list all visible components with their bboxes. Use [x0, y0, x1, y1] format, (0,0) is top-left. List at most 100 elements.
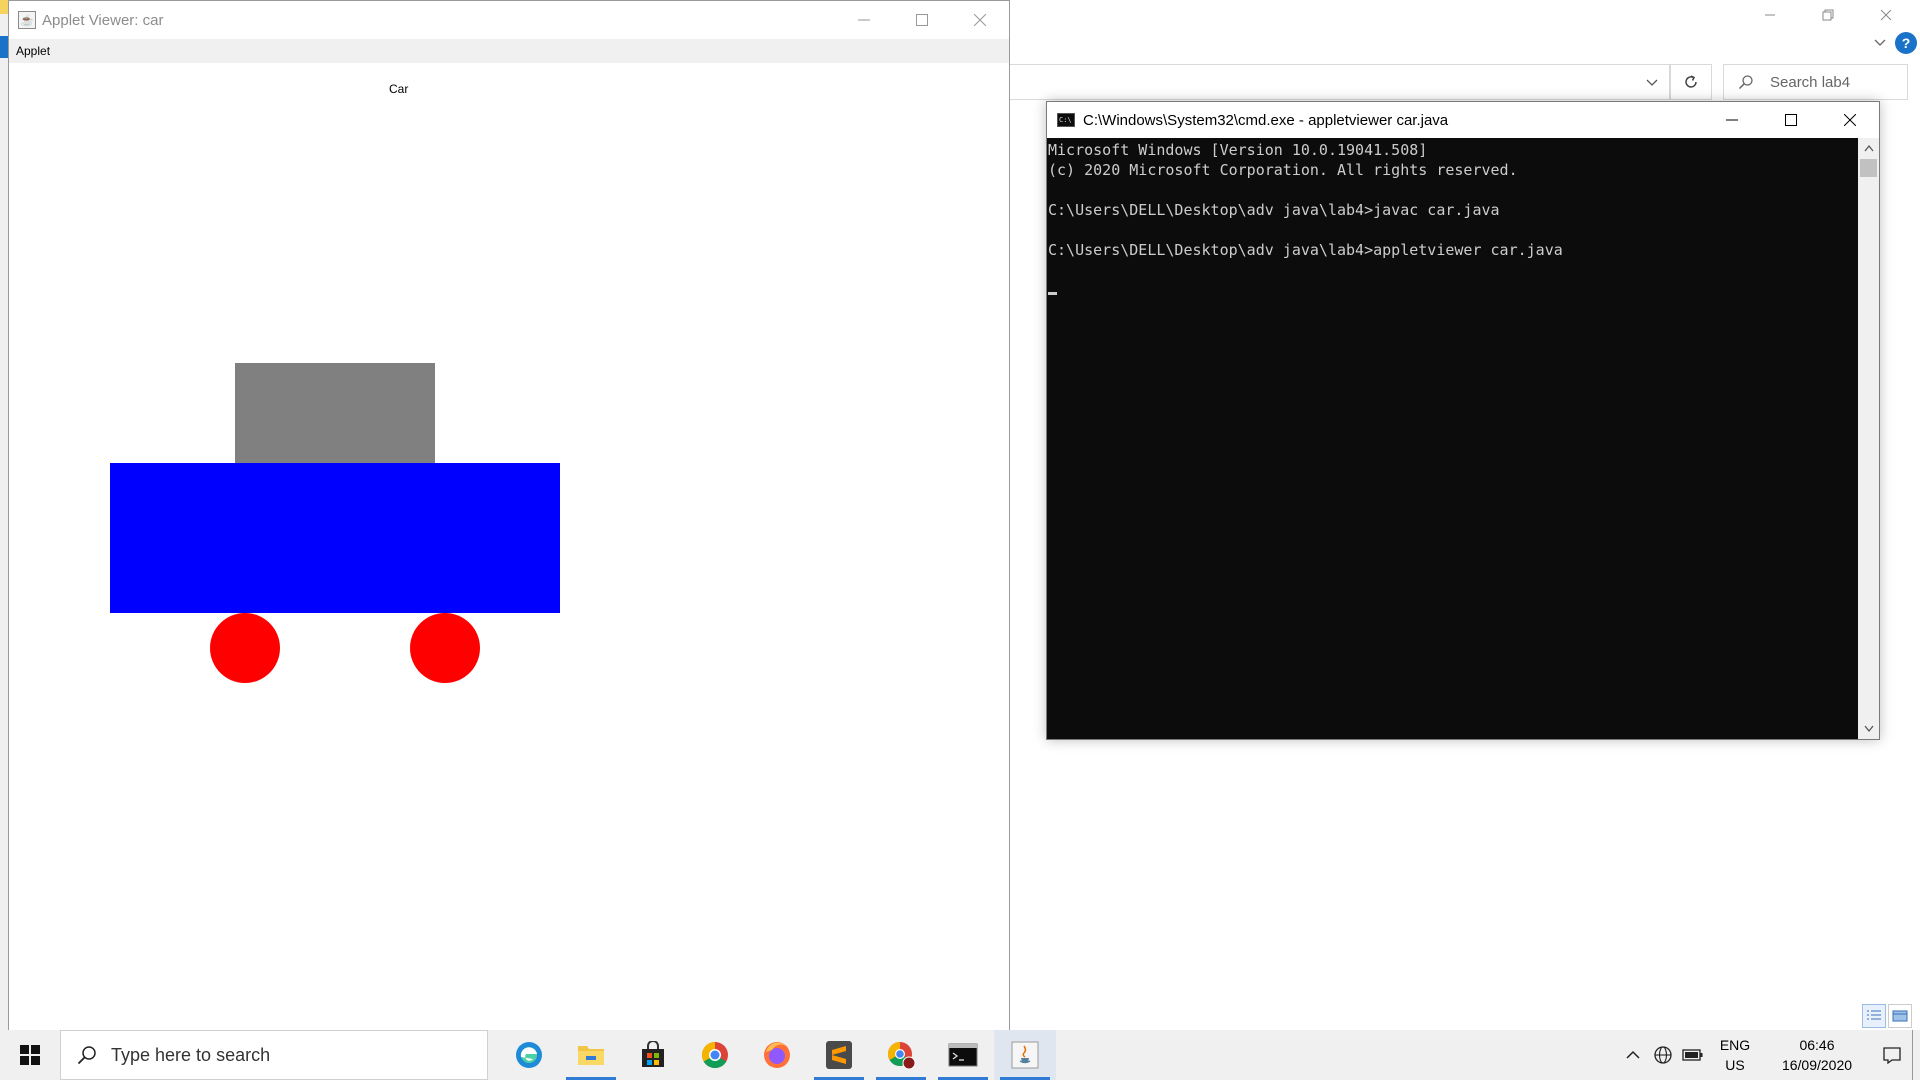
language-indicator[interactable]: ENG US	[1708, 1030, 1762, 1080]
cmd-maximize-button[interactable]	[1761, 102, 1820, 138]
minimize-icon	[858, 19, 870, 21]
taskbar-app-edge[interactable]	[498, 1030, 560, 1080]
clock[interactable]: 06:46 16/09/2020	[1762, 1030, 1872, 1080]
chevron-up-icon	[1863, 144, 1874, 152]
maximize-icon	[916, 14, 928, 26]
cmd-console-output[interactable]: Microsoft Windows [Version 10.0.19041.50…	[1047, 138, 1858, 739]
maximize-icon	[1784, 114, 1797, 126]
cmd-minimize-button[interactable]	[1702, 102, 1761, 138]
store-icon	[642, 1041, 664, 1067]
applet-close-button[interactable]	[951, 1, 1009, 39]
console-cursor	[1048, 292, 1057, 295]
battery-icon	[1682, 1049, 1703, 1061]
windows-logo-icon	[20, 1045, 40, 1065]
taskbar-app-sublime-text[interactable]	[808, 1030, 870, 1080]
large-icons-view-button[interactable]	[1888, 1004, 1912, 1028]
chrome-icon	[701, 1041, 728, 1069]
chevron-down-icon	[1863, 725, 1874, 733]
details-view-button[interactable]	[1862, 1004, 1886, 1028]
console-line: Microsoft Windows [Version 10.0.19041.50…	[1048, 141, 1428, 159]
edge-icon	[516, 1042, 542, 1068]
scroll-down-button[interactable]	[1858, 719, 1879, 739]
applet-minimize-button[interactable]	[835, 1, 893, 39]
minimize-icon	[1725, 119, 1738, 121]
notification-icon	[1883, 1047, 1901, 1065]
cmd-scrollbar[interactable]	[1858, 138, 1879, 739]
taskbar-app-firefox[interactable]	[746, 1030, 808, 1080]
details-view-icon	[1867, 1010, 1881, 1020]
scroll-up-button[interactable]	[1858, 138, 1879, 158]
refresh-icon	[1685, 75, 1697, 88]
console-line: (c) 2020 Microsoft Corporation. All righ…	[1048, 161, 1518, 179]
explorer-restore-button[interactable]	[1799, 0, 1856, 30]
search-icon	[77, 1046, 96, 1065]
taskbar: Type here to search ENG US 06:46 16/09/2…	[0, 1030, 1920, 1080]
close-icon	[1843, 114, 1856, 126]
firefox-icon	[764, 1042, 790, 1068]
restore-icon	[1822, 9, 1833, 21]
network-button[interactable]	[1648, 1030, 1678, 1080]
cmd-close-button[interactable]	[1820, 102, 1879, 138]
taskbar-app-file-explorer[interactable]	[560, 1030, 622, 1080]
show-desktop-button[interactable]	[1912, 1030, 1920, 1080]
ribbon-expand-button[interactable]	[1872, 34, 1888, 50]
globe-icon	[1654, 1046, 1672, 1064]
taskbar-search-box[interactable]: Type here to search	[60, 1030, 488, 1080]
applet-canvas: Car	[9, 63, 1009, 1029]
cmd-window-title: C:\Windows\System32\cmd.exe - appletview…	[1083, 111, 1449, 129]
chevron-down-icon	[1874, 39, 1886, 46]
applet-menu-bar: Applet	[9, 39, 1009, 63]
car-wheel-front	[210, 613, 280, 683]
chevron-up-icon	[1626, 1050, 1640, 1059]
language-secondary: US	[1725, 1057, 1745, 1073]
car-label: Car	[389, 82, 409, 96]
battery-button[interactable]	[1678, 1030, 1708, 1080]
language-primary: ENG	[1719, 1037, 1751, 1053]
scroll-thumb[interactable]	[1860, 159, 1877, 177]
car-roof	[235, 363, 435, 463]
action-center-button[interactable]	[1872, 1030, 1912, 1080]
close-icon	[974, 14, 986, 26]
minimize-icon	[1764, 14, 1775, 16]
cmd-icon: C:\	[1057, 113, 1075, 127]
applet-window-title: Applet Viewer: car	[42, 11, 164, 29]
car-wheel-rear	[410, 613, 480, 683]
taskbar-app-chrome[interactable]	[684, 1030, 746, 1080]
chevron-down-icon	[1646, 79, 1657, 86]
applet-maximize-button[interactable]	[893, 1, 951, 39]
java-icon	[1011, 1041, 1039, 1069]
address-bar[interactable]	[1010, 64, 1670, 100]
explorer-close-button[interactable]	[1857, 0, 1914, 30]
explorer-search-placeholder: Search lab4	[1770, 73, 1851, 91]
start-button[interactable]	[0, 1030, 60, 1080]
search-icon	[1738, 75, 1753, 90]
cmd-icon	[948, 1043, 978, 1067]
taskbar-search-placeholder: Type here to search	[111, 1044, 271, 1065]
clock-date: 16/09/2020	[1781, 1057, 1853, 1073]
console-line: C:\Users\DELL\Desktop\adv java\lab4>appl…	[1048, 241, 1563, 259]
cmd-window: C:\ C:\Windows\System32\cmd.exe - applet…	[1046, 101, 1880, 740]
taskbar-app-cmd[interactable]	[932, 1030, 994, 1080]
sublime-text-icon	[826, 1041, 852, 1069]
java-icon: ☕	[18, 11, 36, 29]
chrome-profile-icon	[887, 1042, 916, 1070]
help-button[interactable]: ?	[1895, 32, 1917, 54]
console-line: C:\Users\DELL\Desktop\adv java\lab4>java…	[1048, 201, 1500, 219]
taskbar-app-chrome-profile[interactable]	[870, 1030, 932, 1080]
explorer-minimize-button[interactable]	[1741, 0, 1798, 30]
address-dropdown-button[interactable]	[1633, 64, 1670, 100]
refresh-button[interactable]	[1670, 64, 1712, 100]
show-hidden-icons-button[interactable]	[1618, 1030, 1648, 1080]
close-icon	[1880, 9, 1891, 21]
taskbar-app-store[interactable]	[622, 1030, 684, 1080]
explorer-search-box[interactable]: Search lab4	[1723, 64, 1908, 100]
menu-applet[interactable]: Applet	[16, 44, 50, 58]
car-body	[110, 463, 560, 613]
clock-time: 06:46	[1799, 1037, 1835, 1053]
taskbar-app-java[interactable]	[994, 1030, 1056, 1080]
taskbar-apps	[498, 1030, 1056, 1080]
large-icons-view-icon	[1892, 1010, 1908, 1022]
